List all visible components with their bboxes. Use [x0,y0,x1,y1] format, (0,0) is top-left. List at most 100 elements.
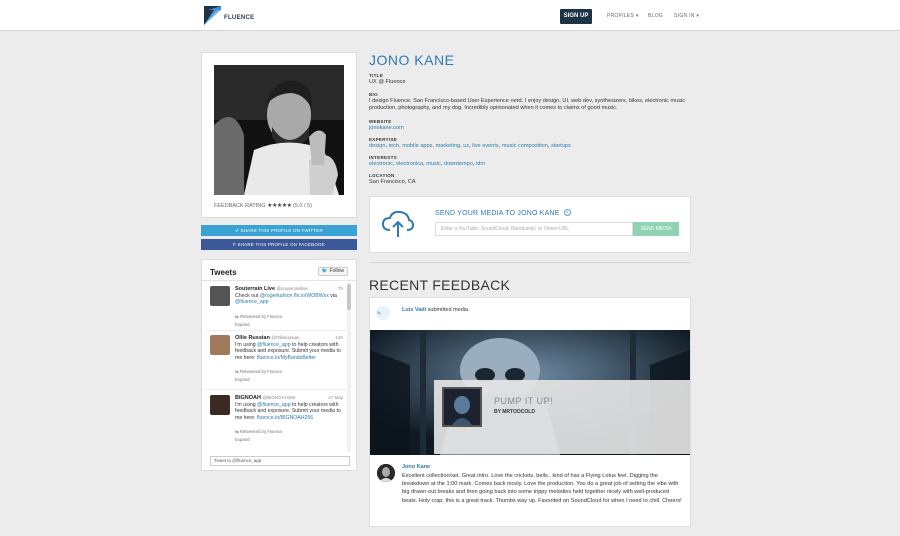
tag-link[interactable]: mobile apps [402,143,432,149]
tweet-text: I'm using @fluence_app to help creators … [235,342,341,361]
tweet-text: I'm using @fluence_app to help creators … [235,402,341,421]
sign-up-button[interactable]: SIGN UP [560,9,592,24]
tweets-widget: Tweets 🐦 Follow Souterrain Live @souterr… [201,259,357,471]
twitter-icon: ✔ [235,228,240,233]
tag-link[interactable]: design [369,143,385,149]
send-media-card: SEND YOUR MEDIA TO JONO KANE? Enter a Yo… [369,196,691,253]
tweet-avatar[interactable] [210,286,230,306]
star-rating-icon: ★★★★★ [267,203,292,209]
tweet-author[interactable]: Ollie Russian @Ollierussian [235,335,299,341]
location-value: San Francisco, CA [369,179,416,185]
feedback-card: ✎ Luis Vadi submitted media. PUMP IT UP!… [369,297,691,527]
tweet-link[interactable]: fluence.io/BIGNOAH256 [257,415,313,421]
tweet-link[interactable]: @fluence_app [257,402,291,408]
feed-activity-text: Luis Vadi submitted media. [402,307,470,313]
tweet-expand-link[interactable]: Expand [235,377,250,382]
fluence-logo[interactable]: FLUENCE [204,6,254,25]
website-value: jonokane.com [369,125,689,132]
website-label: WEBSITE [369,119,392,124]
tag-link[interactable]: ux [463,143,469,149]
expertise-tags: design, tech, mobile apps, marketing, ux… [369,143,571,149]
scrollbar-thumb[interactable] [347,284,351,310]
submitter-name-link[interactable]: Luis Vadi [402,307,426,313]
submitter-avatar[interactable]: ✎ [376,306,390,320]
help-icon[interactable]: ? [563,209,571,216]
track-title[interactable]: PUMP IT UP! [494,396,553,406]
nav-profiles-menu[interactable]: PROFILES ▾ [607,13,639,19]
tag-link[interactable]: tech [389,143,400,149]
retweet-info: ⇆ Retweeted by Fluence [235,429,283,434]
tag-link[interactable]: startups [551,143,571,149]
media-url-input[interactable]: Enter a YouTube, SoundCloud, Bandcamp, o… [435,222,633,236]
twitter-follow-button[interactable]: 🐦 Follow [317,267,348,276]
divider [202,280,356,281]
tweet-link[interactable]: fluence.io/MyBandsBetter [257,355,316,361]
section-divider [369,262,691,263]
tweet-author[interactable]: BIGNOAH @BIGNOAH256 [235,395,295,401]
feedback-rating-value: (5.0 / 5) [293,203,312,209]
tag-link[interactable]: marketing [436,143,461,149]
tweet-link[interactable]: fln.io/WOBWxx [294,293,329,299]
title-value: UX @ Fluence [369,79,406,85]
tweet-link[interactable]: @rogerkahlon [260,293,293,299]
feedback-rating-label: FEEDBACK RATING [214,203,266,209]
fluence-logo-icon [204,6,221,25]
track-artist[interactable]: BY MRTOOCOLD [494,409,535,415]
bio-value: I design Fluence. San Francisco-based Us… [369,98,686,112]
title-label: TITLE [369,73,383,78]
profile-photo-card: FEEDBACK RATING ★★★★★ (5.0 / 5) [201,52,357,218]
feedback-rating: FEEDBACK RATING ★★★★★ (5.0 / 5) [214,202,312,209]
facebook-icon: f [233,242,237,247]
share-on-twitter-button[interactable]: ✔ SHARE THIS PROFILE ON TWITTER [201,225,357,236]
tag-link[interactable]: electronic [369,161,393,167]
tag-link[interactable]: idm [476,161,485,167]
tweets-title: Tweets [210,268,237,277]
svg-text:✎: ✎ [377,311,381,317]
logo-text: FLUENCE [224,14,255,21]
media-preview[interactable]: PUMP IT UP! BY MRTOOCOLD [370,330,690,455]
tag-link[interactable]: music [426,161,441,167]
tweet-expand-link[interactable]: Expand [235,322,250,327]
send-media-button[interactable]: SEND MEDIA [633,222,679,236]
tweet-compose-input[interactable]: Tweet to @fluence_app [210,456,350,466]
tweet-avatar[interactable] [210,395,230,415]
commenter-name-link[interactable]: Jono Kane [402,464,430,470]
tag-link[interactable]: music composition [502,143,548,149]
tweet-link[interactable]: @fluence_app [257,342,291,348]
nav-sign-in-menu[interactable]: SIGN IN ▾ [674,13,699,19]
tweet-time[interactable]: 7h [338,286,343,291]
website-link[interactable]: jonokane.com [369,125,404,131]
commenter-avatar[interactable] [377,464,395,482]
share-twitter-label: SHARE THIS PROFILE ON TWITTER [240,228,323,233]
retweet-info: ⇆ Retweeted by Fluence [235,314,283,319]
cloud-upload-icon [381,210,415,243]
feedback-comment: Excellent collection/set. Great intro. L… [402,473,682,504]
interests-tags: electronic, electronica, music, downtemp… [369,161,485,167]
divider [206,330,346,331]
tweet-author[interactable]: Souterrain Live @souterrainlive [235,286,308,292]
share-facebook-label: SHARE THIS PROFILE ON FACEBOOK [237,242,325,247]
recent-feedback-title: RECENT FEEDBACK [369,277,511,293]
share-on-facebook-button[interactable]: f SHARE THIS PROFILE ON FACEBOOK [201,239,357,250]
album-art[interactable] [442,387,482,427]
tweet-link[interactable]: @fluence_app [235,299,269,305]
track-info-overlay: PUMP IT UP! BY MRTOOCOLD [434,380,690,454]
tag-link[interactable]: downtempo [444,161,473,167]
send-media-title: SEND YOUR MEDIA TO JONO KANE? [435,209,571,217]
retweet-info: ⇆ Retweeted by Fluence [235,369,283,374]
retweet-icon: ⇆ [235,369,239,374]
interests-label: INTERESTS [369,155,397,160]
tag-link[interactable]: live events [472,143,498,149]
profile-name: JONO KANE [369,52,455,68]
nav-blog-link[interactable]: BLOG [648,13,663,19]
tweet-expand-link[interactable]: Expand [235,437,250,442]
retweet-icon: ⇆ [235,314,239,319]
expertise-label: EXPERTISE [369,137,397,142]
tweet-avatar[interactable] [210,335,230,355]
profile-photo [214,65,344,195]
tweet-time[interactable]: 27 May [328,395,343,400]
bio-label: BIO [369,92,378,97]
tag-link[interactable]: electronica [396,161,423,167]
tweets-scrollbar[interactable] [347,282,351,452]
tweet-time[interactable]: 14h [335,335,343,340]
